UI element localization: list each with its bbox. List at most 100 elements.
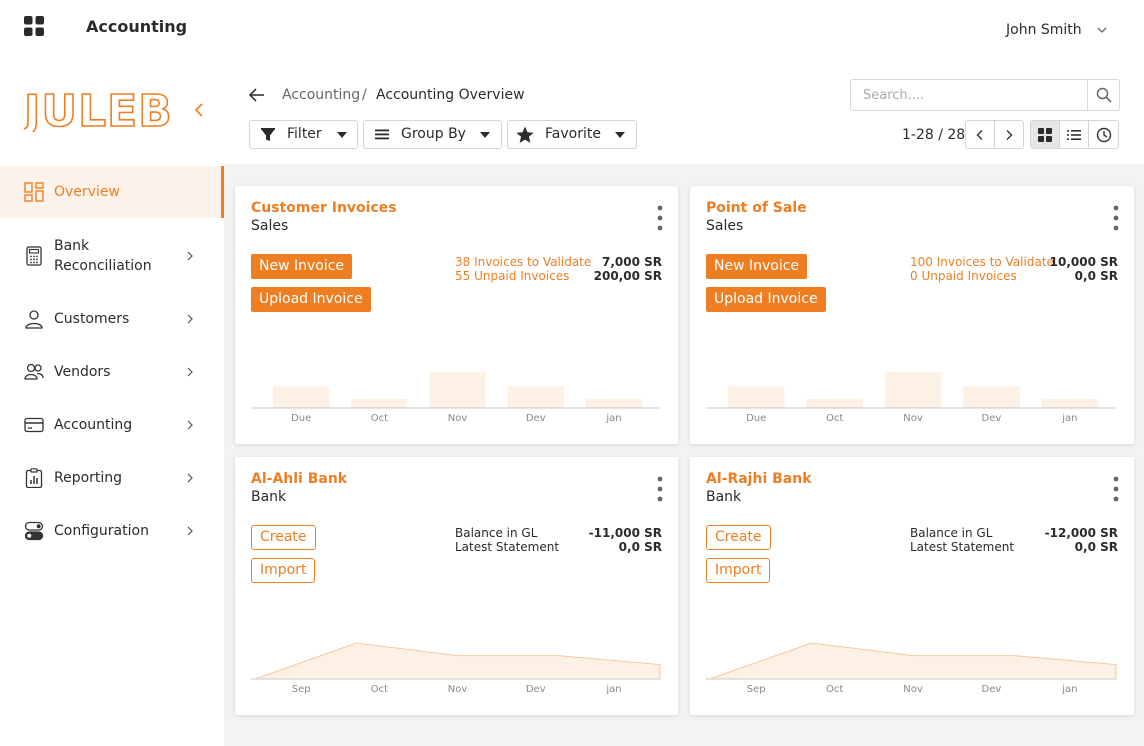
stat-label: Balance in GL <box>910 526 993 540</box>
users-icon <box>24 363 44 380</box>
more-options-icon[interactable] <box>1112 475 1120 505</box>
card-title[interactable]: Point of Sale <box>706 200 807 216</box>
upload-invoice-button[interactable]: Upload Invoice <box>706 287 826 312</box>
favorite-dropdown[interactable]: Favorite <box>507 120 637 149</box>
user-menu[interactable]: John Smith <box>1006 22 1082 38</box>
arrow-left-icon[interactable] <box>248 86 266 104</box>
chart-tick-label: jan <box>1061 413 1077 424</box>
create-button[interactable]: Create <box>251 525 316 550</box>
stat-value: 0,0 SR <box>1074 540 1118 554</box>
unpaid-invoices-link[interactable]: 0 Unpaid Invoices <box>910 269 1017 283</box>
search-input[interactable] <box>851 80 1087 110</box>
list-view-icon <box>1067 129 1081 140</box>
chart-tick-label: Dev <box>982 413 1002 424</box>
bank-area-chart: Sep Oct Nov Dev jan <box>706 642 1117 695</box>
kanban-view-button[interactable] <box>1030 120 1060 149</box>
invoices-to-validate-link[interactable]: 38 Invoices to Validate <box>455 255 591 269</box>
more-options-icon[interactable] <box>656 204 664 234</box>
stat-value: 0,0 SR <box>618 540 662 554</box>
sidebar-item-reporting[interactable]: Reporting <box>0 463 224 493</box>
sidebar-item-vendors[interactable]: Vendors <box>0 357 224 387</box>
stat-label: Balance in GL <box>455 526 538 540</box>
sidebar-item-label: Vendors <box>54 364 111 380</box>
chart-bar <box>806 399 863 408</box>
activity-view-button[interactable] <box>1088 120 1119 149</box>
chart-tick-label: jan <box>605 413 621 424</box>
search-button[interactable] <box>1087 80 1120 110</box>
al-ahli-bank-card: Al-Ahli Bank Bank Create Import Balance … <box>235 457 678 715</box>
collapse-sidebar-icon[interactable] <box>193 102 205 118</box>
sidebar-item-configuration[interactable]: Configuration <box>0 516 224 546</box>
sidebar-item-bank-reconciliation[interactable]: Bank Reconciliation <box>0 230 224 282</box>
funnel-icon <box>261 128 275 141</box>
caret-down-icon <box>480 132 490 138</box>
stat-value: 0,0 SR <box>1074 269 1118 283</box>
user-icon <box>25 310 43 329</box>
search-icon <box>1096 87 1112 103</box>
upload-invoice-button[interactable]: Upload Invoice <box>251 287 371 312</box>
chart-tick-label: Dev <box>982 684 1002 695</box>
stat-value: 7,000 SR <box>601 255 662 269</box>
chart-tick-label: Nov <box>448 684 468 695</box>
chevron-right-icon <box>187 473 193 483</box>
stat-label: Latest Statement <box>910 540 1015 554</box>
group-by-label: Group By <box>401 126 466 142</box>
sidebar-item-overview[interactable]: Overview <box>0 166 224 218</box>
sidebar-item-label: Configuration <box>54 523 149 539</box>
chart-tick-label: Oct <box>826 413 843 424</box>
clipboard-chart-icon <box>25 468 43 488</box>
chevron-down-icon[interactable] <box>1096 24 1108 36</box>
chevron-left-icon <box>976 129 983 140</box>
card-title[interactable]: Customer Invoices <box>251 200 397 216</box>
apps-grid-icon[interactable] <box>24 16 44 36</box>
chart-tick-label: Due <box>291 413 311 424</box>
chart-tick-label: jan <box>1061 684 1077 695</box>
chart-bar <box>273 386 330 408</box>
create-button[interactable]: Create <box>706 525 771 550</box>
sales-bar-chart: Due Oct Nov Dev jan <box>706 372 1116 424</box>
next-page-button[interactable] <box>994 120 1024 149</box>
new-invoice-button[interactable]: New Invoice <box>706 254 808 279</box>
unpaid-invoices-link[interactable]: 55 Unpaid Invoices <box>455 269 569 283</box>
card-title[interactable]: Al-Ahli Bank <box>251 471 347 487</box>
list-view-button[interactable] <box>1059 120 1089 149</box>
chart-tick-label: Sep <box>292 684 311 695</box>
breadcrumb-parent[interactable]: Accounting <box>282 87 360 103</box>
import-button[interactable]: Import <box>251 558 316 583</box>
chevron-right-icon <box>187 251 193 261</box>
more-options-icon[interactable] <box>656 475 664 505</box>
invoices-to-validate-link[interactable]: 100 Invoices to Validate <box>910 255 1054 269</box>
caret-down-icon <box>337 132 347 138</box>
chart-area <box>254 642 661 680</box>
new-invoice-button[interactable]: New Invoice <box>251 254 353 279</box>
chart-tick-label: jan <box>605 684 621 695</box>
chevron-right-icon <box>187 420 193 430</box>
card-icon <box>24 417 44 433</box>
chevron-right-icon <box>187 526 193 536</box>
sidebar-item-label: Bank Reconciliation <box>54 238 152 274</box>
chart-tick-label: Due <box>746 413 766 424</box>
sidebar-item-accounting[interactable]: Accounting <box>0 410 224 440</box>
more-options-icon[interactable] <box>1112 204 1120 234</box>
stat-label: Latest Statement <box>455 540 560 554</box>
chart-tick-label: Oct <box>371 684 388 695</box>
chart-bar <box>429 372 486 408</box>
group-by-dropdown[interactable]: Group By <box>363 120 502 149</box>
chevron-right-icon <box>187 314 193 324</box>
stat-value: 10,000 SR <box>1049 255 1118 269</box>
sidebar-item-customers[interactable]: Customers <box>0 304 224 334</box>
chart-tick-label: Sep <box>747 684 766 695</box>
filter-dropdown[interactable]: Filter <box>249 120 358 149</box>
card-title[interactable]: Al-Rajhi Bank <box>706 471 812 487</box>
search-box <box>850 79 1120 111</box>
chart-tick-label: Dev <box>526 413 546 424</box>
toggle-icon <box>24 521 44 541</box>
chart-area <box>709 642 1117 680</box>
previous-page-button[interactable] <box>965 120 995 149</box>
chart-tick-label: Nov <box>903 413 923 424</box>
sidebar-item-label: Overview <box>54 184 120 200</box>
import-button[interactable]: Import <box>706 558 771 583</box>
chevron-right-icon <box>1006 129 1013 140</box>
bank-area-chart: Sep Oct Nov Dev jan <box>251 642 661 695</box>
dashboard-icon <box>24 182 44 202</box>
